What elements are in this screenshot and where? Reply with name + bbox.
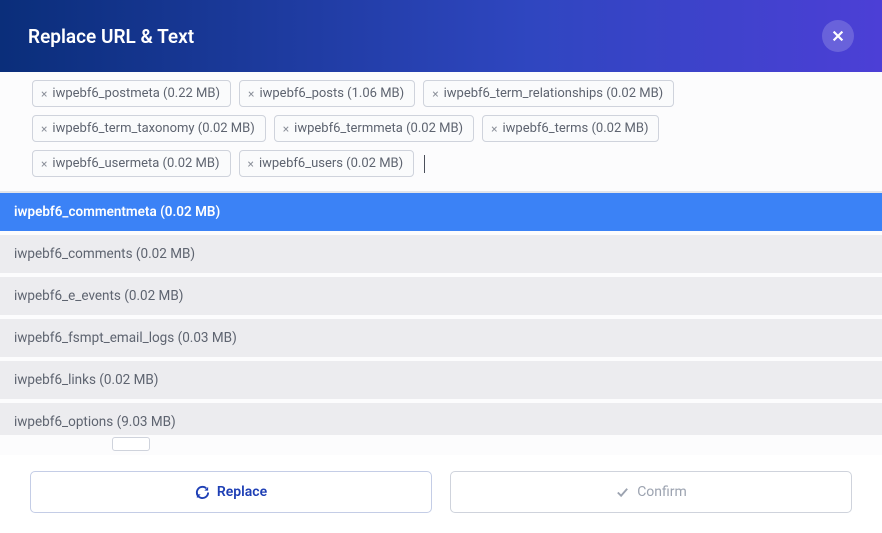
tooltip-stub	[0, 435, 882, 455]
remove-tag-icon[interactable]: ×	[248, 157, 254, 171]
tag-label: iwpebf6_users (0.02 MB)	[259, 156, 403, 171]
tag-label: iwpebf6_term_taxonomy (0.02 MB)	[52, 121, 254, 136]
table-tag[interactable]: × iwpebf6_termmeta (0.02 MB)	[274, 115, 474, 142]
tag-label: iwpebf6_usermeta (0.02 MB)	[52, 156, 219, 171]
remove-tag-icon[interactable]: ×	[248, 87, 254, 101]
replace-button-label: Replace	[217, 484, 267, 500]
table-list-item[interactable]: iwpebf6_comments (0.02 MB)	[0, 235, 882, 277]
modal-footer: Replace Confirm	[0, 455, 882, 533]
table-list-item[interactable]: iwpebf6_commentmeta (0.02 MB)	[0, 193, 882, 235]
selected-tables-tags: × iwpebf6_postmeta (0.22 MB) × iwpebf6_post…	[32, 80, 850, 177]
table-list-item[interactable]: iwpebf6_fsmpt_email_logs (0.03 MB)	[0, 319, 882, 361]
table-tag[interactable]: × iwpebf6_users (0.02 MB)	[239, 150, 415, 177]
table-list-item[interactable]: iwpebf6_options (9.03 MB)	[0, 403, 882, 435]
modal-header: Replace URL & Text	[0, 0, 882, 72]
close-icon	[831, 29, 845, 43]
close-button[interactable]	[822, 20, 854, 52]
replace-button[interactable]: Replace	[30, 471, 432, 513]
table-tag[interactable]: × iwpebf6_posts (1.06 MB)	[239, 80, 415, 107]
tag-label: iwpebf6_posts (1.06 MB)	[259, 86, 404, 101]
remove-tag-icon[interactable]: ×	[41, 157, 47, 171]
table-list-item[interactable]: iwpebf6_links (0.02 MB)	[0, 361, 882, 403]
remove-tag-icon[interactable]: ×	[432, 87, 438, 101]
selected-tables-area[interactable]: × iwpebf6_postmeta (0.22 MB) × iwpebf6_post…	[0, 72, 882, 192]
remove-tag-icon[interactable]: ×	[41, 87, 47, 101]
table-tag[interactable]: × iwpebf6_postmeta (0.22 MB)	[32, 80, 231, 107]
tag-label: iwpebf6_termmeta (0.02 MB)	[294, 121, 463, 136]
table-tag[interactable]: × iwpebf6_term_relationships (0.02 MB)	[423, 80, 674, 107]
remove-tag-icon[interactable]: ×	[283, 122, 289, 136]
tag-label: iwpebf6_terms (0.02 MB)	[502, 121, 648, 136]
replace-url-text-modal: Replace URL & Text × iwpebf6_postmeta (0.…	[0, 0, 882, 533]
tag-label: iwpebf6_postmeta (0.22 MB)	[52, 86, 220, 101]
available-tables-list[interactable]: iwpebf6_commentmeta (0.02 MB)iwpebf6_com…	[0, 192, 882, 435]
confirm-button-label: Confirm	[637, 484, 687, 500]
remove-tag-icon[interactable]: ×	[491, 122, 497, 136]
modal-body: × iwpebf6_postmeta (0.22 MB) × iwpebf6_post…	[0, 72, 882, 455]
refresh-icon	[195, 485, 210, 500]
table-tag[interactable]: × iwpebf6_terms (0.02 MB)	[482, 115, 659, 142]
table-tag[interactable]: × iwpebf6_usermeta (0.02 MB)	[32, 150, 231, 177]
check-icon	[615, 485, 630, 500]
remove-tag-icon[interactable]: ×	[41, 122, 47, 136]
confirm-button[interactable]: Confirm	[450, 471, 852, 513]
text-cursor	[424, 155, 425, 173]
modal-title: Replace URL & Text	[28, 25, 194, 48]
table-list-item[interactable]: iwpebf6_e_events (0.02 MB)	[0, 277, 882, 319]
tag-label: iwpebf6_term_relationships (0.02 MB)	[444, 86, 664, 101]
table-tag[interactable]: × iwpebf6_term_taxonomy (0.02 MB)	[32, 115, 266, 142]
